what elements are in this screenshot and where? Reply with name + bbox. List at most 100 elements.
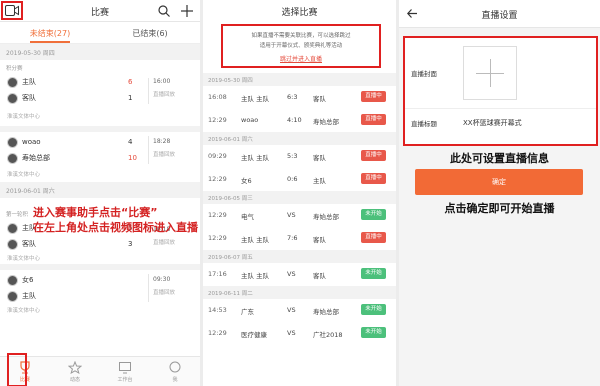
match-time: 09:30 [153,276,171,283]
venue: 淮溪文体中心 [7,114,41,120]
away-team: 客队 [313,236,326,244]
video-icon-highlight [1,1,23,20]
match-card[interactable]: 主队 客队 6 1 16:00 直播回放 淮溪文体中心 [0,74,200,126]
score: 6:3 [287,93,298,101]
skip-link[interactable]: 跳过并进入直播 [223,54,379,63]
not-started-badge[interactable]: 未开始 [361,304,386,315]
away-team: 客队 [22,240,36,248]
away-team: 寿始总部 [313,213,339,221]
home-team: 广东 [241,308,254,316]
live-status-badge[interactable]: 直播中 [361,91,386,102]
page-title: 比赛 [90,8,109,18]
away-team: 客队 [22,94,36,102]
match-card[interactable]: woao 寿始总部 4 10 18:28 直播回放 淮溪文体中心 [0,132,200,182]
team-avatar [7,76,18,88]
not-started-badge[interactable]: 未开始 [361,209,386,220]
home-score: 6 [128,78,133,86]
date-header: 2019-06-05 周三 [203,191,396,204]
match-row[interactable]: 12:29 woao 4:10 寿始总部 直播中 [203,109,396,131]
home-team: 医疗健康 [241,331,267,339]
nav-label: 我 [172,377,178,383]
date-header: 2019-05-30 周四 [0,44,200,60]
divider [148,274,149,302]
match-row[interactable]: 12:29 医疗健康 VS 广社2018 未开始 [203,322,396,344]
away-team: 寿始总部 [313,308,339,316]
score: 7:6 [287,234,298,242]
match-time: 16:08 [208,93,227,101]
nav-label: 动态 [69,377,80,383]
confirm-hint: 点击确定即可开始直播 [444,202,555,215]
match-row[interactable]: 14:53 广东 VS 寿始总部 未开始 [203,299,396,321]
search-icon[interactable] [158,5,170,17]
match-time: 12:29 [208,329,227,337]
match-time: 12:29 [208,175,227,183]
match-row[interactable]: 12:29 电气 VS 寿始总部 未开始 [203,204,396,226]
match-tabs: 未结束(27) 已结束(6) [0,22,200,44]
live-settings-screen: 直播设置 直播封面 直播标题 XX杯篮球赛开幕式 此处可设置直播信息 确定 点击… [399,0,600,386]
match-time: 17:16 [208,270,227,278]
match-time: 12:29 [208,234,227,242]
notice-line1: 如果直播不需要关联比赛，可以选择跳过 [251,33,351,39]
match-status: 直播回放 [153,240,176,246]
not-started-badge[interactable]: 未开始 [361,327,386,338]
live-status-badge[interactable]: 直播中 [361,232,386,243]
match-time: 16:00 [153,78,171,85]
nav-item-me[interactable]: 我 [150,357,200,386]
date-header: 2019-05-30 周四 [203,73,396,86]
match-row[interactable]: 12:29 女6 0:6 主队 直播中 [203,168,396,190]
home-team: 女6 [22,276,34,284]
tab-unfinished[interactable]: 未结束(27) [0,22,100,43]
tab-finished[interactable]: 已结束(6) [100,22,200,43]
home-team: woao [22,138,41,146]
match-card[interactable]: 女6 主队 09:30 直播回放 淮溪文体中心 [0,270,200,316]
date-header: 2019-06-11 周二 [203,286,396,299]
venue: 淮溪文体中心 [7,172,41,178]
home-team: woao [241,116,259,124]
group-label: 第一轮积 [6,212,29,218]
not-started-badge[interactable]: 未开始 [361,268,386,279]
instruction-callout-line1: 进入赛事助手点击“比赛” [33,206,158,219]
monitor-icon [119,362,131,374]
notice-line2: 适用于开幕仪式、颁奖典礼等活动 [259,43,343,49]
date-header: 2019-06-07 周五 [203,250,396,263]
home-team: 主队 主队 [241,272,270,280]
cover-upload-plus-icon[interactable] [463,46,517,100]
title-input[interactable]: XX杯篮球赛开幕式 [463,118,522,128]
score: 5:3 [287,152,298,160]
away-team: 客队 [313,154,326,162]
cover-label: 直播封面 [411,70,437,78]
select-match-screen: 选择比赛 如果直播不需要关联比赛，可以选择跳过 适用于开幕仪式、颁奖典礼等活动 … [203,0,396,386]
match-time: 18:28 [153,138,171,145]
date-header: 2019-06-01 周六 [0,182,200,198]
away-team: 广社2018 [313,331,343,339]
away-score: 3 [128,240,133,248]
match-time: 09:29 [208,152,227,160]
nav-item-workbench[interactable]: 工作台 [100,357,150,386]
page-title: 直播设置 [481,11,518,21]
match-card[interactable]: 第一轮积 主队 客队 5 3 16:18 直播回放 淮溪文体中心 进入赛事助手点… [0,198,200,264]
confirm-button[interactable]: 确定 [415,169,583,195]
home-team: 主队 主队 [241,95,270,103]
live-status-badge[interactable]: 直播中 [361,114,386,125]
away-team: 客队 [313,95,326,103]
team-avatar [7,92,18,104]
date-header: 2019-06-01 周六 [203,132,396,145]
nav-item-feed[interactable]: 动态 [50,357,100,386]
live-status-badge[interactable]: 直播中 [361,173,386,184]
match-time: 14:53 [208,306,227,314]
away-team: 寿始总部 [22,154,50,162]
venue: 淮溪文体中心 [7,308,41,314]
add-icon[interactable] [181,5,193,17]
match-row[interactable]: 16:08 主队 主队 6:3 客队 直播中 [203,86,396,108]
home-team: 女6 [241,177,252,185]
match-row[interactable]: 17:16 主队 主队 VS 客队 未开始 [203,263,396,285]
score: VS [287,329,296,337]
match-row[interactable]: 12:29 主队 主队 7:6 客队 直播中 [203,227,396,249]
user-icon [169,361,181,373]
settings-hint: 此处可设置直播信息 [450,152,549,165]
live-status-badge[interactable]: 直播中 [361,150,386,161]
divider [148,136,149,164]
venue: 淮溪文体中心 [7,256,41,262]
match-row[interactable]: 09:29 主队 主队 5:3 客队 直播中 [203,145,396,167]
divider [405,108,596,109]
